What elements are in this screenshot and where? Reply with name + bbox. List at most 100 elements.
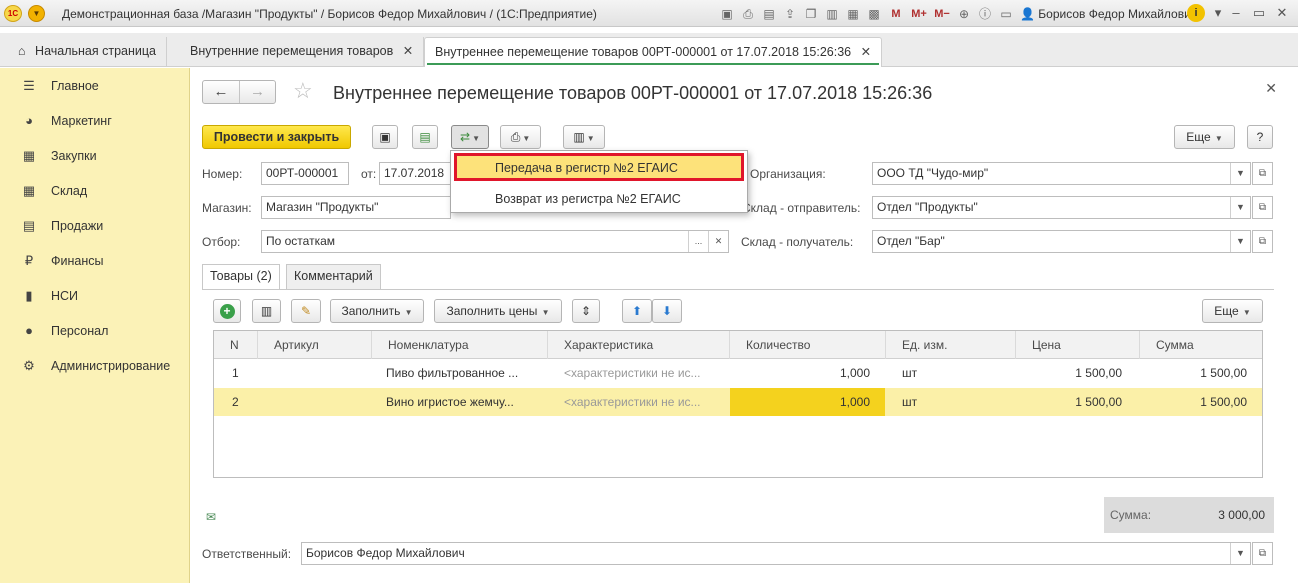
minimize-icon[interactable]: –	[1226, 3, 1246, 23]
select-button[interactable]: ...	[688, 231, 708, 252]
tab-comment[interactable]: Комментарий	[286, 264, 381, 289]
more-button[interactable]: Еще ▼	[1174, 125, 1235, 149]
tab-transfer-document[interactable]: Внутреннее перемещение товаров 00РТ-0000…	[424, 37, 883, 67]
upload-icon[interactable]: ⇪	[781, 5, 799, 23]
close-window-icon[interactable]: ✕	[1272, 3, 1292, 23]
maximize-icon[interactable]: ▭	[1249, 3, 1269, 23]
cell-sum: 1 500,00	[1200, 366, 1247, 380]
main-menu-button[interactable]: ▼	[28, 5, 45, 22]
organization-label: Организация:	[750, 167, 826, 181]
save-button[interactable]: ▣	[372, 125, 398, 149]
shop-field[interactable]: Магазин "Продукты"	[261, 196, 451, 219]
user-icon: 👤	[1020, 7, 1035, 21]
save-icon[interactable]: ▣	[718, 5, 736, 23]
chevron-down-icon[interactable]: ▼	[1230, 543, 1250, 564]
tab-goods[interactable]: Товары (2)	[202, 264, 280, 290]
column-price[interactable]: Цена	[1016, 331, 1140, 359]
sidebar-item-sales[interactable]: ▤ Продажи	[0, 208, 190, 243]
add-row-button[interactable]: +	[213, 299, 241, 323]
filter-field[interactable]: По остаткам ... ✕	[261, 230, 729, 253]
close-icon[interactable]: ✕	[403, 44, 413, 58]
barcode-button[interactable]: ▥	[252, 299, 281, 323]
back-arrow-icon[interactable]: ←	[203, 81, 239, 103]
pick-goods-button[interactable]: ✎	[291, 299, 321, 323]
sidebar-item-administration[interactable]: ⚙ Администрирование	[0, 348, 190, 383]
print-icon[interactable]: ⎙	[739, 5, 757, 23]
print-menu-button[interactable]: ⎙ ▼	[500, 125, 541, 149]
cell-quantity[interactable]: 1,000	[730, 388, 885, 416]
egais-menu-button[interactable]: ⇄ ▼	[451, 125, 489, 149]
fill-button[interactable]: Заполнить ▼	[330, 299, 424, 323]
columns-button[interactable]: ⇕	[572, 299, 600, 323]
column-n[interactable]: N	[214, 331, 258, 359]
close-icon[interactable]: ✕	[1265, 80, 1277, 97]
tab-home[interactable]: ⌂ Начальная страница	[8, 37, 167, 67]
current-user[interactable]: 👤 Борисов Федор Михайлович	[1020, 7, 1197, 21]
open-icon[interactable]: ⧉	[1252, 196, 1273, 219]
memory-plus-button[interactable]: M+	[909, 5, 929, 23]
sidebar-item-finance[interactable]: ₽ Финансы	[0, 243, 190, 278]
chevron-down-icon[interactable]: ▼	[1230, 231, 1250, 252]
memory-minus-button[interactable]: M−	[932, 5, 952, 23]
attach-icon[interactable]: ▥	[823, 5, 841, 23]
move-down-button[interactable]: ⬇	[652, 299, 682, 323]
table-more-button[interactable]: Еще ▼	[1202, 299, 1263, 323]
calc-icon[interactable]: ▦	[844, 5, 862, 23]
responsible-field[interactable]: Борисов Федор Михайлович ▼	[301, 542, 1251, 565]
zoom-icon[interactable]: ⊕	[955, 5, 973, 23]
number-field[interactable]: 00РТ-000001	[261, 162, 349, 185]
receiver-warehouse-field[interactable]: Отдел "Бар" ▼	[872, 230, 1251, 253]
close-icon[interactable]: ✕	[861, 45, 871, 59]
post-icon: ▤	[419, 130, 431, 144]
tab-transfers-list-label: Внутренние перемещения товаров	[190, 44, 394, 58]
window-icon[interactable]: ▭	[997, 5, 1015, 23]
cell-n: 1	[232, 366, 239, 380]
sidebar-item-purchases[interactable]: ▦ Закупки	[0, 138, 190, 173]
menu-item-transfer-to-register[interactable]: Передача в регистр №2 ЕГАИС	[454, 153, 744, 181]
window-menu-icon[interactable]: ▾	[1208, 3, 1228, 23]
fill-prices-button[interactable]: Заполнить цены ▼	[434, 299, 562, 323]
print-preview-icon[interactable]: ▤	[760, 5, 778, 23]
clear-icon[interactable]: ✕	[708, 231, 728, 252]
print-icon: ⎙	[510, 130, 521, 144]
chevron-down-icon[interactable]: ▼	[1230, 197, 1250, 218]
pie-icon: ◕	[25, 113, 33, 128]
sidebar-item-reference[interactable]: ▮ НСИ	[0, 278, 190, 313]
basket-icon: ▤	[22, 217, 36, 233]
open-icon[interactable]: ⧉	[1252, 542, 1273, 565]
post-and-close-button[interactable]: Провести и закрыть	[202, 125, 351, 149]
column-quantity[interactable]: Количество	[730, 331, 886, 359]
sidebar-item-main[interactable]: ☰ Главное	[0, 68, 190, 103]
sender-warehouse-field[interactable]: Отдел "Продукты" ▼	[872, 196, 1251, 219]
help-button[interactable]: ?	[1247, 125, 1273, 149]
copy-icon[interactable]: ❐	[802, 5, 820, 23]
notifications-icon[interactable]: i	[1187, 4, 1205, 22]
table-row[interactable]: 2 Вино игристое жемчу... <характеристики…	[214, 388, 1262, 416]
calendar-icon[interactable]: ▩	[865, 5, 883, 23]
cell-quantity: 1,000	[839, 366, 870, 380]
column-characteristic[interactable]: Характеристика	[548, 331, 730, 359]
move-up-button[interactable]: ⬆	[622, 299, 652, 323]
sidebar-item-warehouse[interactable]: ▦ Склад	[0, 173, 190, 208]
column-article[interactable]: Артикул	[258, 331, 372, 359]
column-unit[interactable]: Ед. изм.	[886, 331, 1016, 359]
table-row[interactable]: 1 Пиво фильтрованное ... <характеристики…	[214, 359, 1262, 387]
forward-arrow-icon[interactable]: →	[239, 81, 275, 103]
post-button[interactable]: ▤	[412, 125, 438, 149]
comment-icon[interactable]: ✉	[206, 510, 216, 524]
sidebar-item-marketing[interactable]: ◕ Маркетинг	[0, 103, 190, 138]
organization-field[interactable]: ООО ТД "Чудо-мир" ▼	[872, 162, 1251, 185]
memory-m-button[interactable]: M	[886, 5, 906, 23]
tab-transfers-list[interactable]: Внутренние перемещения товаров ✕	[180, 37, 425, 67]
chevron-down-icon[interactable]: ▼	[1230, 163, 1250, 184]
info-icon[interactable]: ⓘ	[976, 5, 994, 23]
column-sum[interactable]: Сумма	[1140, 331, 1262, 359]
date-field[interactable]: 17.07.2018	[379, 162, 451, 185]
reports-menu-button[interactable]: ▥ ▼	[563, 125, 605, 149]
sidebar-item-personnel[interactable]: ● Персонал	[0, 313, 190, 348]
menu-item-return-from-register[interactable]: Возврат из регистра №2 ЕГАИС	[451, 184, 747, 214]
favorite-star-icon[interactable]: ☆	[293, 78, 313, 104]
open-icon[interactable]: ⧉	[1252, 230, 1273, 253]
column-item[interactable]: Номенклатура	[372, 331, 548, 359]
open-icon[interactable]: ⧉	[1252, 162, 1273, 185]
